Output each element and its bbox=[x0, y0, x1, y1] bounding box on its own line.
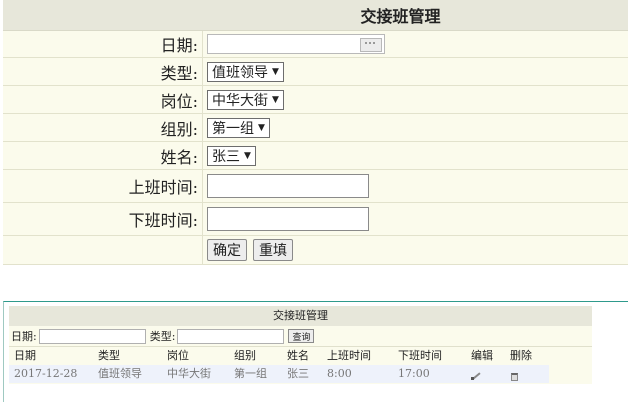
chevron-down-icon: ▼ bbox=[244, 150, 251, 161]
shift-list: 交接班管理 日期: 类型: 查询 日期 类型 岗位 组别 姓名 上班时间 下班时… bbox=[9, 306, 592, 384]
post-row: 岗位: 中华大街 ▼ bbox=[3, 86, 628, 114]
search-type-label: 类型: bbox=[149, 330, 176, 343]
name-select-value: 张三 bbox=[212, 148, 240, 165]
table-header: 日期 类型 岗位 组别 姓名 上班时间 下班时间 编辑 删除 bbox=[9, 347, 592, 365]
cell-date: 2017-12-28 bbox=[14, 367, 78, 380]
query-button[interactable]: 查询 bbox=[288, 329, 315, 343]
actions-row: 确定 重填 bbox=[3, 236, 628, 265]
group-row: 组别: 第一组 ▼ bbox=[3, 114, 628, 142]
col-group: 组别 bbox=[234, 349, 256, 362]
col-delete: 删除 bbox=[510, 349, 532, 362]
edit-icon[interactable] bbox=[471, 371, 481, 381]
search-type-input[interactable] bbox=[177, 328, 285, 344]
col-name: 姓名 bbox=[287, 349, 309, 362]
end-time-row: 下班时间: bbox=[3, 203, 628, 236]
calendar-icon[interactable] bbox=[360, 38, 382, 52]
col-end-time: 下班时间 bbox=[398, 349, 442, 362]
group-label: 组别: bbox=[3, 114, 203, 141]
group-select-value: 第一组 bbox=[212, 120, 254, 137]
list-title: 交接班管理 bbox=[9, 306, 592, 326]
cell-start-time: 8:00 bbox=[327, 367, 352, 380]
col-post: 岗位 bbox=[167, 349, 189, 362]
edit-cell bbox=[471, 365, 481, 383]
type-select-value: 值班领导 bbox=[212, 64, 268, 81]
shift-form-panel: 交接班管理 日期: 类型: 值班领导 ▼ 岗位: 中华大街 ▼ 组别: 第一组 … bbox=[3, 0, 628, 265]
col-edit: 编辑 bbox=[471, 349, 493, 362]
form-title-bar: 交接班管理 bbox=[3, 0, 628, 31]
date-input[interactable] bbox=[207, 34, 385, 54]
search-date-input[interactable] bbox=[38, 328, 146, 344]
search-bar: 日期: 类型: 查询 bbox=[9, 326, 592, 347]
type-row: 类型: 值班领导 ▼ bbox=[3, 58, 628, 86]
start-time-label: 上班时间: bbox=[3, 170, 203, 202]
col-type: 类型 bbox=[98, 349, 120, 362]
name-label: 姓名: bbox=[3, 142, 203, 169]
form-title: 交接班管理 bbox=[360, 7, 441, 26]
shift-list-panel: 交接班管理 日期: 类型: 查询 日期 类型 岗位 组别 姓名 上班时间 下班时… bbox=[3, 301, 628, 402]
end-time-label: 下班时间: bbox=[3, 203, 203, 235]
name-select[interactable]: 张三 ▼ bbox=[207, 145, 256, 166]
name-row: 姓名: 张三 ▼ bbox=[3, 142, 628, 170]
cell-end-time: 17:00 bbox=[398, 367, 430, 380]
search-date-label: 日期: bbox=[11, 330, 37, 343]
type-select[interactable]: 值班领导 ▼ bbox=[207, 61, 284, 82]
submit-button[interactable]: 确定 bbox=[207, 239, 247, 261]
start-time-row: 上班时间: bbox=[3, 170, 628, 203]
reset-button[interactable]: 重填 bbox=[253, 239, 293, 261]
chevron-down-icon: ▼ bbox=[272, 66, 279, 77]
cell-name: 张三 bbox=[287, 367, 309, 380]
col-date: 日期 bbox=[14, 349, 36, 362]
chevron-down-icon: ▼ bbox=[272, 94, 279, 105]
date-row: 日期: bbox=[3, 31, 628, 58]
cell-type: 值班领导 bbox=[98, 367, 142, 380]
post-label: 岗位: bbox=[3, 86, 203, 113]
date-label: 日期: bbox=[3, 31, 203, 57]
actions-label-cell bbox=[3, 236, 203, 264]
start-time-input[interactable] bbox=[207, 174, 369, 198]
cell-group: 第一组 bbox=[234, 367, 267, 380]
col-start-time: 上班时间 bbox=[327, 349, 371, 362]
post-select-value: 中华大街 bbox=[212, 92, 268, 109]
group-select[interactable]: 第一组 ▼ bbox=[207, 117, 270, 138]
cell-post: 中华大街 bbox=[167, 367, 211, 380]
end-time-input[interactable] bbox=[207, 207, 369, 231]
table-row: 2017-12-28 值班领导 中华大街 第一组 张三 8:00 17:00 bbox=[9, 365, 549, 383]
post-select[interactable]: 中华大街 ▼ bbox=[207, 89, 284, 110]
type-label: 类型: bbox=[3, 58, 203, 85]
trash-icon[interactable] bbox=[511, 373, 518, 381]
chevron-down-icon: ▼ bbox=[258, 122, 265, 133]
delete-cell bbox=[511, 365, 518, 383]
